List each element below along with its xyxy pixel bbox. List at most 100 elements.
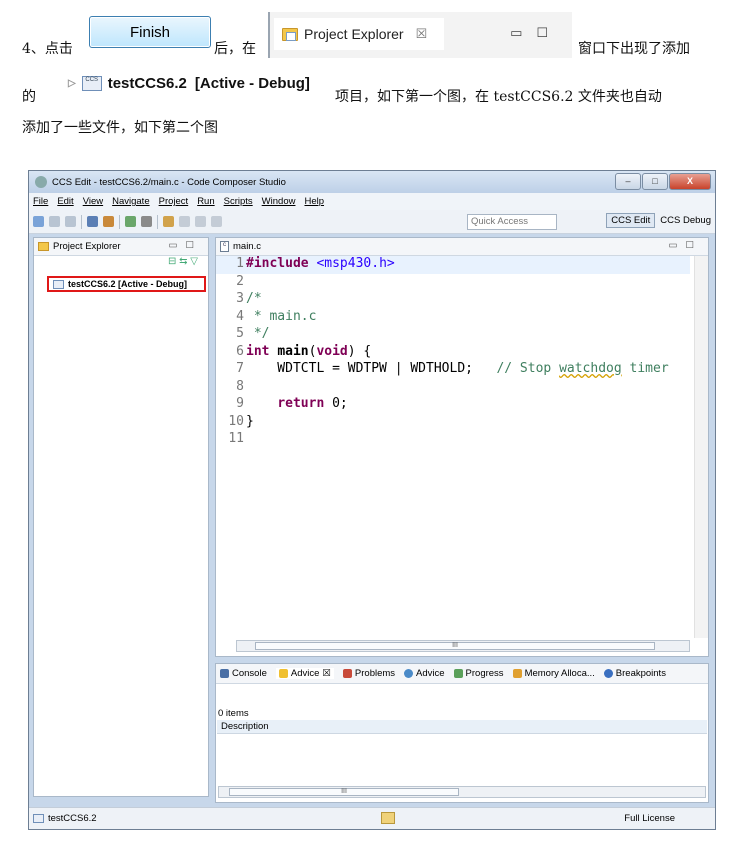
memory-icon (512, 669, 522, 678)
tab-breakpoints: Breakpoints (603, 668, 666, 679)
line-number: 5 (236, 326, 244, 341)
line-number: 1 (236, 256, 244, 271)
folder-icon (38, 242, 49, 251)
project-explorer-tab-label: Project Explorer (304, 26, 404, 42)
pencil-icon (163, 216, 174, 227)
ccs-project-icon (53, 279, 64, 289)
code-text: #include <msp430.h> (246, 256, 395, 271)
highlighted-project-node: testCCS6.2 [Active - Debug] (47, 276, 206, 292)
code-line: 4 * main.c (216, 309, 690, 327)
code-line: 1 #include <msp430.h> (216, 256, 690, 274)
project-state: [Active - Debug] (194, 74, 310, 92)
c-file-icon: c (220, 241, 229, 252)
finish-button-image: Finish (89, 16, 211, 48)
menu-view: View (82, 196, 104, 207)
close-button: X (669, 173, 711, 190)
doc-line2-suffix: 项目，如下第一个图，在 testCCS6.2 文件夹也自动 (335, 89, 662, 105)
bottom-tabs: Console Advice ☒ Problems Advice Progres… (216, 664, 708, 684)
editor-tab-label: main.c (233, 241, 261, 252)
line-number: 8 (236, 378, 244, 394)
debug-icon (141, 216, 152, 227)
project-explorer-panel: Project Explorer ▭☐ ⊟ ⇆ ▽ testCCS6.2 [Ac… (33, 237, 209, 797)
progress-icon (453, 669, 463, 678)
window-controls: – □ X (615, 173, 711, 190)
doc-line1-prefix: 4、点击 (22, 41, 73, 57)
menu-help: Help (304, 196, 325, 207)
tab-advice-active: Advice ☒ (275, 668, 334, 679)
project-name: testCCS6.2 (107, 74, 187, 92)
toolbar-separator (157, 214, 158, 229)
perspective-ccs-debug: CCS Debug (660, 215, 711, 226)
toolbar: Quick Access CCS Edit CCS Debug (29, 210, 715, 234)
folder-icon (282, 27, 298, 41)
line-number: 7 (236, 361, 244, 376)
doc-line1-suffix: 窗口下出现了添加 (578, 41, 690, 57)
line-number: 4 (236, 308, 244, 324)
tab-problems: Problems (342, 668, 395, 679)
description-header: Description (217, 720, 707, 734)
code-text: * main.c (246, 308, 317, 324)
status-bar: testCCS6.2 Full License (29, 807, 715, 829)
menu-file: File (33, 196, 49, 207)
menu-project: Project (158, 196, 189, 207)
code-line: 2 (216, 274, 690, 292)
scroll-thumb: III (255, 642, 655, 650)
save-icon (49, 216, 60, 227)
status-project: testCCS6.2 (48, 813, 97, 824)
project-explorer-title: Project Explorer (53, 241, 121, 252)
status-icon (381, 812, 395, 824)
panel-controls: ▭☐ (168, 240, 202, 251)
project-explorer-tab: Project Explorer ☒ (274, 18, 444, 50)
annotation-icon (179, 216, 190, 227)
debug-config-icon (87, 216, 98, 227)
ccs-project-icon: CCS (81, 75, 102, 91)
line-number: 10 (228, 413, 244, 429)
app-icon (35, 176, 47, 188)
explorer-toolbar: ⊟ ⇆ ▽ (167, 256, 198, 267)
minimize-maximize-icons: ▭☐ (510, 26, 562, 41)
toolbar-separator (119, 214, 120, 229)
code-text: WDTCTL = WDTPW | WDTHOLD; // Stop watchd… (246, 361, 669, 376)
tab-advice: Advice (404, 668, 445, 679)
forward-arrow-icon (211, 216, 222, 227)
lightbulb-icon (278, 669, 288, 678)
line-number: 11 (228, 431, 244, 446)
perspective-ccs-edit: CCS Edit (606, 213, 656, 228)
perspective-switcher: CCS Edit CCS Debug (606, 213, 711, 228)
doc-line1-mid: 后，在 (214, 41, 256, 57)
items-count: 0 items (218, 708, 249, 719)
menu-run: Run (197, 196, 215, 207)
doc-line2-prefix: 的 (22, 89, 36, 105)
scroll-thumb: III (229, 788, 459, 796)
window-titlebar: CCS Edit - testCCS6.2/main.c - Code Comp… (29, 171, 715, 193)
line-number: 6 (236, 343, 244, 359)
problems-icon (342, 669, 352, 678)
doc-line3: 添加了一些文件，如下第二个图 (22, 120, 218, 136)
save-all-icon (65, 216, 76, 227)
code-line: 3/* (216, 291, 690, 309)
menu-bar: File Edit View Navigate Project Run Scri… (29, 193, 715, 210)
tab-progress: Progress (453, 668, 504, 679)
horizontal-scrollbar: III (236, 640, 690, 652)
code-text: */ (246, 326, 270, 341)
line-number: 9 (236, 396, 244, 411)
bottom-horizontal-scrollbar: III (218, 786, 706, 798)
code-line: 9 return 0; (216, 396, 690, 414)
code-editor: c main.c ▭☐ 1 #include <msp430.h> 2 3/* 4 * … (215, 237, 709, 657)
vertical-scrollbar (694, 256, 708, 638)
quick-access-field: Quick Access (467, 214, 557, 230)
line-number: 3 (236, 291, 244, 306)
code-line: 5 */ (216, 326, 690, 344)
ccs-window-screenshot: CCS Edit - testCCS6.2/main.c - Code Comp… (28, 170, 716, 830)
project-node-image: ▷ CCS testCCS6.2 [Active - Debug] (68, 70, 310, 96)
menu-scripts: Scripts (223, 196, 253, 207)
tree-item-label: testCCS6.2 [Active - Debug] (68, 279, 188, 289)
code-text: return 0; (277, 396, 348, 411)
close-icon: ☒ (415, 26, 428, 41)
code-line: 6 int main(void) { (216, 344, 690, 362)
back-arrow-icon (195, 216, 206, 227)
code-text: /* (246, 291, 262, 306)
advice-icon (404, 669, 414, 678)
status-license: Full License (624, 813, 675, 824)
expand-triangle-icon: ▷ (68, 77, 76, 89)
